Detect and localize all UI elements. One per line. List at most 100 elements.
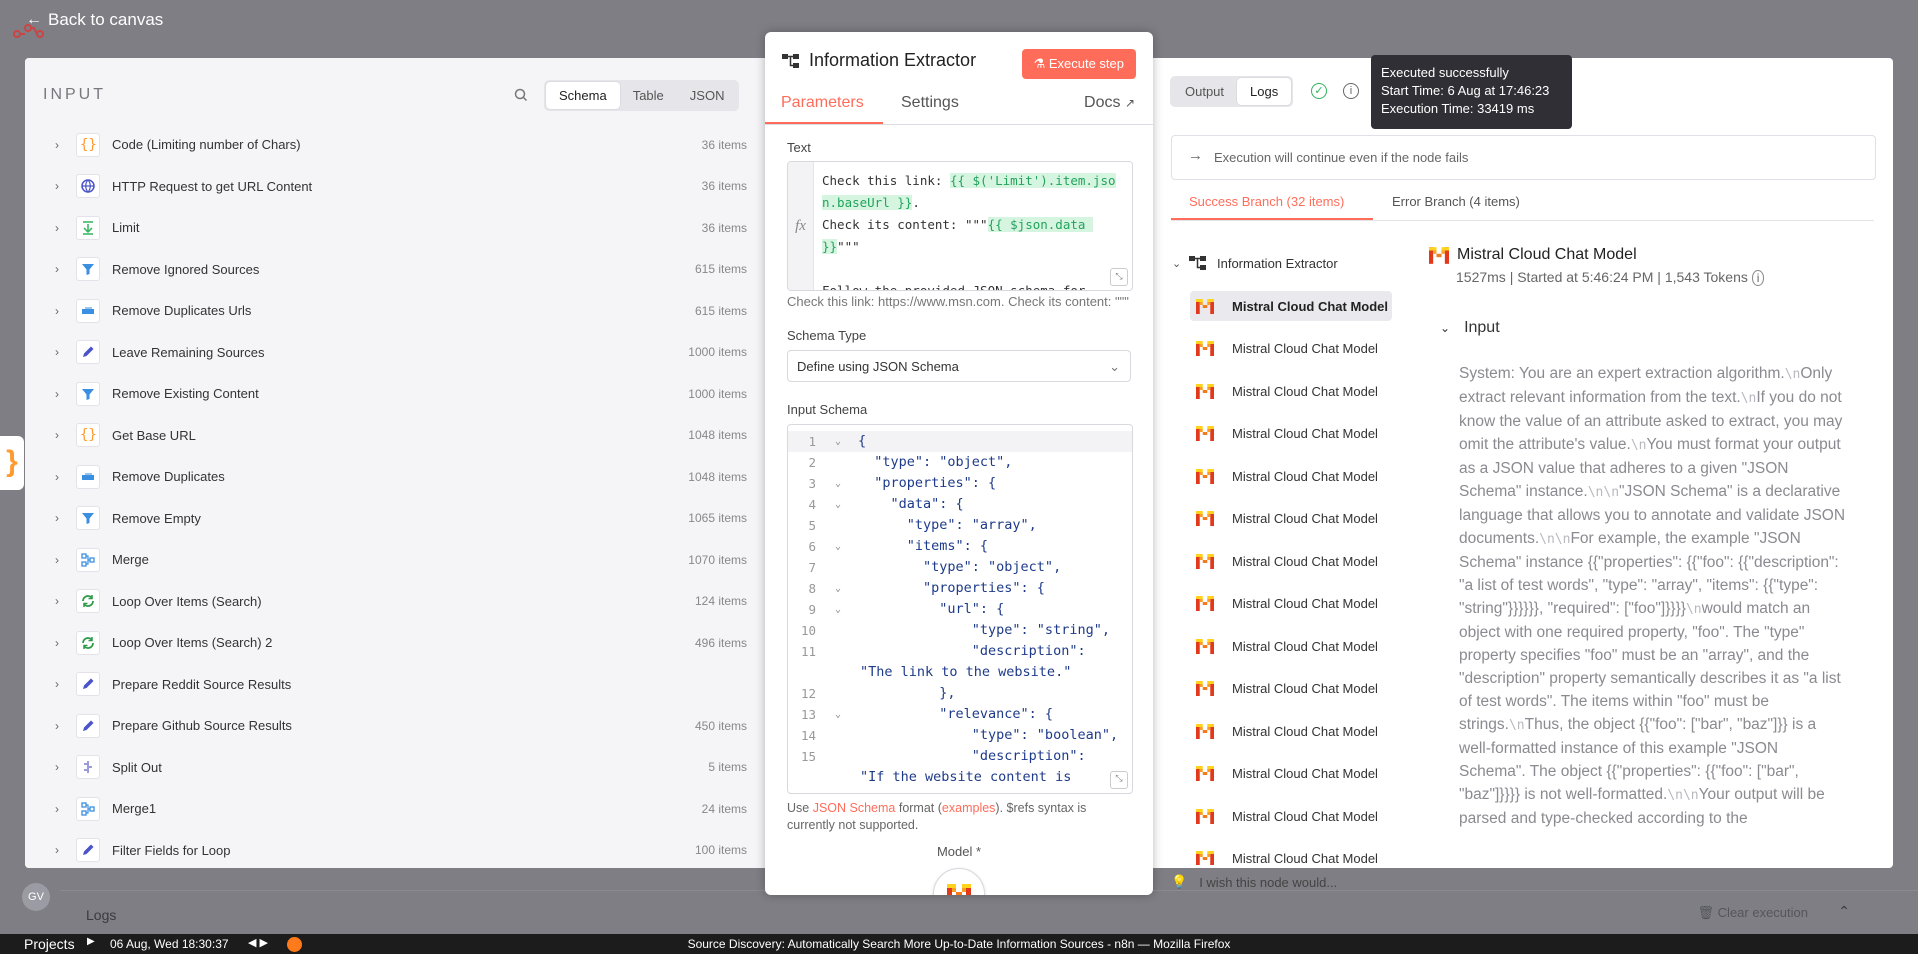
input-node-row[interactable]: › {} Get Base URL 1048 items <box>25 415 765 457</box>
input-node-row[interactable]: › Loop Over Items (Search) 2 496 items <box>25 622 765 664</box>
filter-icon <box>76 506 100 531</box>
input-node-row[interactable]: › {} Code (Limiting number of Chars) 36 … <box>25 124 765 166</box>
view-output-button[interactable]: Output <box>1172 78 1237 105</box>
information-extractor-icon <box>1189 256 1206 270</box>
examples-link[interactable]: examples <box>942 801 996 815</box>
chevron-right-icon[interactable]: › <box>55 760 59 774</box>
fold-chevron-icon[interactable]: ⌄ <box>835 599 841 620</box>
tree-item-mistral[interactable]: Mistral Cloud Chat Model <box>1190 291 1392 321</box>
clear-execution-button[interactable]: 🗑 Clear execution <box>1698 905 1808 921</box>
input-schema-editor[interactable]: 1 ⌄{2 "type": "object", 3 ⌄ "properties": {… <box>787 424 1133 794</box>
fold-chevron-icon[interactable]: ⌄ <box>835 578 841 599</box>
fold-chevron-icon[interactable]: ⌄ <box>835 494 841 515</box>
input-node-row[interactable]: › Remove Existing Content 1000 items <box>25 373 765 415</box>
input-node-row[interactable]: › Remove Duplicates 1048 items <box>25 456 765 498</box>
input-node-row[interactable]: › HTTP Request to get URL Content 36 ite… <box>25 166 765 208</box>
back-to-canvas-link[interactable]: ← Back to canvas <box>26 10 163 30</box>
chevron-right-icon[interactable]: › <box>55 179 59 193</box>
input-node-row[interactable]: › Split Out 5 items <box>25 747 765 789</box>
view-json-button[interactable]: JSON <box>677 82 738 109</box>
tree-item-mistral[interactable]: Mistral Cloud Chat Model <box>1190 801 1404 831</box>
tree-root-item[interactable]: ⌄ Information Extractor <box>1172 250 1338 276</box>
tree-item-mistral[interactable]: Mistral Cloud Chat Model <box>1190 759 1404 789</box>
chevron-right-icon[interactable]: › <box>55 345 59 359</box>
tree-item-mistral[interactable]: Mistral Cloud Chat Model <box>1190 716 1404 746</box>
chevron-right-icon[interactable]: › <box>55 636 59 650</box>
fold-chevron-icon[interactable]: ⌄ <box>835 431 841 452</box>
input-node-row[interactable]: › Remove Duplicates Urls 615 items <box>25 290 765 332</box>
tree-item-mistral[interactable]: Mistral Cloud Chat Model <box>1190 546 1404 576</box>
tab-parameters[interactable]: Parameters <box>781 94 864 112</box>
chevron-right-icon[interactable]: › <box>55 262 59 276</box>
tab-success-branch[interactable]: Success Branch (32 items) <box>1189 194 1344 209</box>
schema-code-line: "If the website content is <box>860 769 1072 785</box>
newline-marker: \n <box>1784 367 1801 382</box>
input-node-label: Merge <box>112 552 149 568</box>
fold-chevron-icon[interactable]: ⌄ <box>835 704 841 725</box>
info-icon[interactable]: i <box>1343 83 1359 99</box>
chevron-right-icon[interactable]: › <box>55 511 59 525</box>
chevron-right-icon[interactable]: › <box>55 387 59 401</box>
tab-settings[interactable]: Settings <box>901 94 959 112</box>
json-schema-link[interactable]: JSON Schema <box>813 801 896 815</box>
schema-code-line: 13 ⌄ "relevance": { <box>788 704 1132 725</box>
docs-link[interactable]: Docs ↗ <box>1084 94 1135 112</box>
search-icon[interactable] <box>510 84 532 106</box>
chevron-right-icon[interactable]: › <box>55 594 59 608</box>
input-node-row[interactable]: › Remove Ignored Sources 615 items <box>25 249 765 291</box>
execute-step-button[interactable]: ⚗ Execute step <box>1021 49 1136 79</box>
tree-item-mistral[interactable]: Mistral Cloud Chat Model <box>1190 461 1404 491</box>
tab-error-branch[interactable]: Error Branch (4 items) <box>1392 194 1520 209</box>
chevron-right-icon[interactable]: › <box>55 138 59 152</box>
tree-item-mistral[interactable]: Mistral Cloud Chat Model <box>1190 419 1404 449</box>
input-node-row[interactable]: › Prepare Github Source Results 450 item… <box>25 705 765 747</box>
text-expression-content: Check this link: {{ $('Limit').item.json… <box>822 173 1116 291</box>
chevron-right-icon[interactable]: › <box>55 221 59 235</box>
input-panel-title: INPUT <box>43 86 106 103</box>
mistral-logo-icon <box>1196 298 1218 314</box>
text-expression-editor[interactable]: fx Check this link: {{ $('Limit').item.j… <box>787 161 1133 291</box>
chevron-right-icon[interactable]: › <box>55 843 59 857</box>
avatar[interactable]: GV <box>22 883 50 911</box>
expand-editor-icon[interactable]: ⤡ <box>1110 268 1128 286</box>
input-node-row[interactable]: › Filter Fields for Loop 100 items <box>25 830 765 869</box>
schema-code-line: 8 ⌄ "properties": { <box>788 578 1132 599</box>
fold-chevron-icon[interactable]: ⌄ <box>835 473 841 494</box>
input-node-row[interactable]: › Merge1 24 items <box>25 788 765 830</box>
feedback-prompt[interactable]: 💡 I wish this node would... <box>1171 874 1337 890</box>
chevron-up-icon[interactable]: ⌃ <box>1838 903 1850 920</box>
detail-input-section[interactable]: ⌄ Input <box>1440 319 1500 337</box>
info-icon[interactable]: i <box>1751 270 1765 286</box>
view-table-button[interactable]: Table <box>620 82 677 109</box>
chevron-right-icon[interactable]: › <box>55 470 59 484</box>
chevron-right-icon[interactable]: › <box>55 719 59 733</box>
fold-chevron-icon[interactable]: ⌄ <box>835 536 841 557</box>
tree-item-mistral[interactable]: Mistral Cloud Chat Model <box>1190 589 1404 619</box>
tree-item-mistral[interactable]: Mistral Cloud Chat Model <box>1190 631 1404 661</box>
tree-item-mistral[interactable]: Mistral Cloud Chat Model <box>1190 674 1404 704</box>
code-node-edge-icon[interactable]: } <box>0 436 24 490</box>
tree-item-mistral[interactable]: Mistral Cloud Chat Model <box>1190 376 1404 406</box>
expand-editor-icon[interactable]: ⤡ <box>1110 771 1128 789</box>
chevron-right-icon[interactable]: › <box>55 304 59 318</box>
schema-code-line: 14 "type": "boolean", <box>800 727 1119 743</box>
mistral-logo-icon <box>1196 851 1218 865</box>
tree-item-mistral[interactable]: Mistral Cloud Chat Model <box>1190 844 1404 865</box>
input-node-row[interactable]: › Limit 36 items <box>25 207 765 249</box>
view-schema-button[interactable]: Schema <box>546 82 620 109</box>
view-logs-button[interactable]: Logs <box>1237 78 1292 105</box>
schema-type-select[interactable]: Define using JSON Schema ⌄ <box>787 350 1131 382</box>
chevron-right-icon[interactable]: › <box>55 802 59 816</box>
mistral-model-node[interactable] <box>933 868 985 895</box>
chevron-right-icon[interactable]: › <box>55 677 59 691</box>
input-node-row[interactable]: › Loop Over Items (Search) 124 items <box>25 581 765 623</box>
chevron-right-icon[interactable]: › <box>55 553 59 567</box>
tree-item-mistral[interactable]: Mistral Cloud Chat Model <box>1190 334 1404 364</box>
tree-item-mistral[interactable]: Mistral Cloud Chat Model <box>1190 504 1404 534</box>
input-node-row[interactable]: › Merge 1070 items <box>25 539 765 581</box>
chevron-right-icon[interactable]: › <box>55 428 59 442</box>
input-node-row[interactable]: › Remove Empty 1065 items <box>25 498 765 540</box>
schema-code-line: 15 "description": <box>800 748 1086 764</box>
input-node-row[interactable]: › Leave Remaining Sources 1000 items <box>25 332 765 374</box>
input-node-row[interactable]: › Prepare Reddit Source Results <box>25 664 765 706</box>
